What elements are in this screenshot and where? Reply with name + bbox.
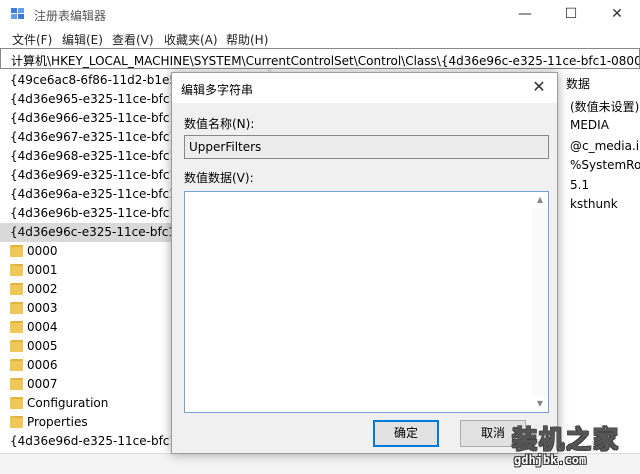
value-name-label: 数值名称(N): (184, 117, 255, 131)
value-data[interactable]: ksthunk (570, 197, 618, 211)
watermark: 装机之家 gdhjbk.com (510, 420, 638, 472)
value-data[interactable]: @c_media.inf (570, 139, 640, 153)
registry-editor-icon (11, 8, 24, 19)
scroll-up-arrow-icon[interactable]: ▲ (532, 192, 548, 208)
close-button[interactable]: ✕ (594, 0, 640, 28)
address-bar[interactable]: 计算机\HKEY_LOCAL_MACHINE\SYSTEM\CurrentCon… (0, 48, 640, 69)
menu-edit[interactable]: 编辑(E) (62, 31, 103, 48)
folder-icon (10, 321, 23, 333)
column-header-data[interactable]: 数据 (566, 75, 590, 92)
dialog-close-icon[interactable]: ✕ (527, 77, 551, 96)
watermark-url: gdhjbk.com (514, 453, 587, 467)
minimize-button[interactable]: — (502, 0, 548, 28)
window-title: 注册表编辑器 (34, 9, 107, 23)
scrollbar-track[interactable] (532, 208, 548, 396)
menu-favorites[interactable]: 收藏夹(A) (164, 31, 218, 48)
window-titlebar: 注册表编辑器 — ☐ ✕ (0, 0, 640, 28)
edit-multi-string-dialog: 编辑多字符串 ✕ 数值名称(N): UpperFilters 数值数据(V): … (171, 72, 558, 454)
menu-view[interactable]: 查看(V) (112, 31, 154, 48)
value-name-text: UpperFilters (189, 140, 262, 154)
folder-icon (10, 283, 23, 295)
folder-icon (10, 359, 23, 371)
dialog-title: 编辑多字符串 (181, 83, 254, 97)
scroll-down-arrow-icon[interactable]: ▼ (532, 396, 548, 412)
dialog-titlebar: 编辑多字符串 ✕ (172, 73, 557, 103)
value-data[interactable]: MEDIA (570, 118, 609, 132)
maximize-button[interactable]: ☐ (548, 0, 594, 28)
value-data-label: 数值数据(V): (184, 171, 254, 185)
menu-help[interactable]: 帮助(H) (226, 31, 268, 48)
value-name-field: UpperFilters (184, 135, 549, 159)
folder-icon (10, 397, 23, 409)
folder-icon (10, 264, 23, 276)
watermark-brand: 装机之家 (511, 425, 621, 455)
folder-icon (10, 245, 23, 257)
value-data[interactable]: %SystemRoot% (570, 158, 640, 172)
folder-icon (10, 416, 23, 428)
folder-icon (10, 302, 23, 314)
ok-button[interactable]: 确定 (373, 420, 439, 447)
folder-icon (10, 340, 23, 352)
folder-icon (10, 378, 23, 390)
value-data-textarea[interactable]: ▲ ▼ (184, 191, 549, 413)
value-data[interactable]: (数值未设置) (570, 98, 639, 115)
value-data[interactable]: 5.1 (570, 178, 589, 192)
address-path: 计算机\HKEY_LOCAL_MACHINE\SYSTEM\CurrentCon… (11, 54, 639, 68)
menu-bar: 文件(F) 编辑(E) 查看(V) 收藏夹(A) 帮助(H) (0, 28, 640, 48)
menu-file[interactable]: 文件(F) (12, 31, 52, 48)
